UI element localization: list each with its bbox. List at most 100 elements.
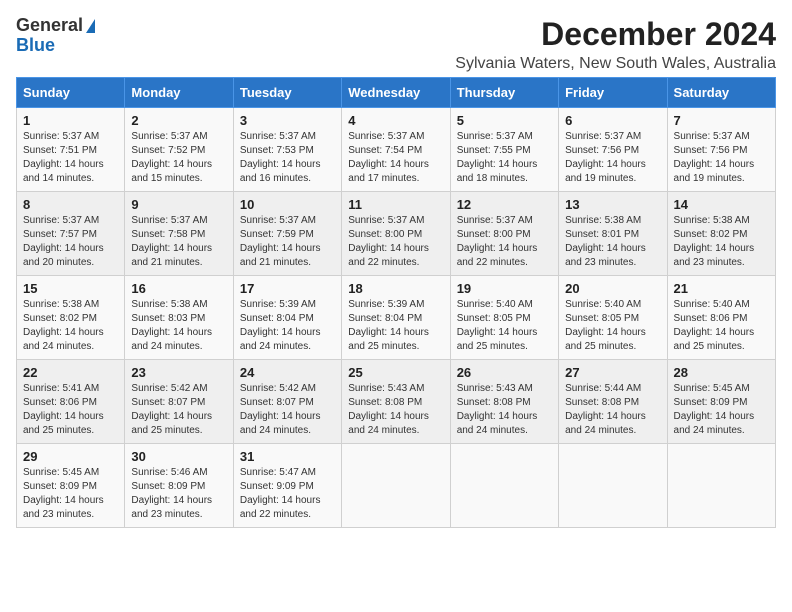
- day-number: 1: [23, 113, 118, 128]
- day-detail: Sunrise: 5:40 AM Sunset: 8:05 PM Dayligh…: [457, 298, 552, 354]
- day-number: 6: [565, 113, 660, 128]
- weekday-header: Monday: [125, 78, 233, 108]
- calendar-cell: 3Sunrise: 5:37 AM Sunset: 7:53 PM Daylig…: [233, 108, 341, 192]
- calendar-cell: 28 Sunrise: 5:45 AM Sunset: 8:09 PM Dayli…: [667, 360, 775, 444]
- calendar-cell: 9Sunrise: 5:37 AM Sunset: 7:58 PM Daylig…: [125, 192, 233, 276]
- day-number: 11: [348, 197, 443, 212]
- day-detail: Sunrise: 5:39 AM Sunset: 8:04 PM Dayligh…: [348, 298, 443, 354]
- day-number: 9: [131, 197, 226, 212]
- day-number: 23: [131, 365, 226, 380]
- logo-blue-text: Blue: [16, 36, 95, 56]
- day-detail: Sunrise: 5:43 AM Sunset: 8:08 PM Dayligh…: [457, 382, 552, 438]
- calendar-cell: 31 Sunrise: 5:47 AM Sunset: 9:09 PM Dayli…: [233, 444, 341, 528]
- calendar-week-row: 1 Sunrise: 5:37 AM Sunset: 7:51 PM Daylig…: [17, 108, 776, 192]
- day-detail: Sunrise: 5:38 AM Sunset: 8:02 PM Dayligh…: [23, 298, 118, 354]
- calendar-cell: 10 Sunrise: 5:37 AM Sunset: 7:59 PM Dayli…: [233, 192, 341, 276]
- day-number: 4: [348, 113, 443, 128]
- calendar-cell: [342, 444, 450, 528]
- day-number: 30: [131, 449, 226, 464]
- calendar-cell: 25Sunrise: 5:43 AM Sunset: 8:08 PM Dayli…: [342, 360, 450, 444]
- day-detail: Sunrise: 5:42 AM Sunset: 8:07 PM Dayligh…: [131, 382, 226, 438]
- day-detail: Sunrise: 5:37 AM Sunset: 8:00 PM Dayligh…: [457, 214, 552, 270]
- day-detail: Sunrise: 5:39 AM Sunset: 8:04 PM Dayligh…: [240, 298, 335, 354]
- day-detail: Sunrise: 5:46 AM Sunset: 8:09 PM Dayligh…: [131, 466, 226, 522]
- calendar-cell: 17Sunrise: 5:39 AM Sunset: 8:04 PM Dayli…: [233, 276, 341, 360]
- day-detail: Sunrise: 5:37 AM Sunset: 7:59 PM Dayligh…: [240, 214, 335, 270]
- calendar-cell: 24Sunrise: 5:42 AM Sunset: 8:07 PM Dayli…: [233, 360, 341, 444]
- page-header: General Blue December 2024 Sylvania Wate…: [16, 16, 776, 73]
- day-number: 14: [674, 197, 769, 212]
- day-detail: Sunrise: 5:45 AM Sunset: 8:09 PM Dayligh…: [23, 466, 118, 522]
- calendar-cell: 13 Sunrise: 5:38 AM Sunset: 8:01 PM Dayli…: [559, 192, 667, 276]
- day-detail: Sunrise: 5:40 AM Sunset: 8:05 PM Dayligh…: [565, 298, 660, 354]
- calendar-cell: 6 Sunrise: 5:37 AM Sunset: 7:56 PM Daylig…: [559, 108, 667, 192]
- logo-general-text: General: [16, 15, 83, 35]
- day-number: 28: [674, 365, 769, 380]
- calendar-cell: [559, 444, 667, 528]
- day-number: 21: [674, 281, 769, 296]
- calendar-cell: 30 Sunrise: 5:46 AM Sunset: 8:09 PM Dayli…: [125, 444, 233, 528]
- day-detail: Sunrise: 5:40 AM Sunset: 8:06 PM Dayligh…: [674, 298, 769, 354]
- day-number: 22: [23, 365, 118, 380]
- day-number: 12: [457, 197, 552, 212]
- calendar-cell: 22 Sunrise: 5:41 AM Sunset: 8:06 PM Dayli…: [17, 360, 125, 444]
- weekday-header: Wednesday: [342, 78, 450, 108]
- day-number: 26: [457, 365, 552, 380]
- weekday-header-row: SundayMondayTuesdayWednesdayThursdayFrid…: [17, 78, 776, 108]
- weekday-header: Friday: [559, 78, 667, 108]
- day-number: 13: [565, 197, 660, 212]
- calendar-week-row: 29 Sunrise: 5:45 AM Sunset: 8:09 PM Dayli…: [17, 444, 776, 528]
- weekday-header: Thursday: [450, 78, 558, 108]
- main-title: December 2024: [455, 16, 776, 53]
- logo: General Blue: [16, 16, 95, 56]
- weekday-header: Tuesday: [233, 78, 341, 108]
- calendar-cell: 7 Sunrise: 5:37 AM Sunset: 7:56 PM Daylig…: [667, 108, 775, 192]
- calendar-cell: 27 Sunrise: 5:44 AM Sunset: 8:08 PM Dayli…: [559, 360, 667, 444]
- calendar-cell: 21 Sunrise: 5:40 AM Sunset: 8:06 PM Dayli…: [667, 276, 775, 360]
- day-number: 3: [240, 113, 335, 128]
- calendar-cell: 1 Sunrise: 5:37 AM Sunset: 7:51 PM Daylig…: [17, 108, 125, 192]
- calendar-cell: 19Sunrise: 5:40 AM Sunset: 8:05 PM Dayli…: [450, 276, 558, 360]
- day-detail: Sunrise: 5:37 AM Sunset: 7:55 PM Dayligh…: [457, 130, 552, 186]
- day-detail: Sunrise: 5:38 AM Sunset: 8:01 PM Dayligh…: [565, 214, 660, 270]
- calendar-table: SundayMondayTuesdayWednesdayThursdayFrid…: [16, 77, 776, 528]
- day-detail: Sunrise: 5:47 AM Sunset: 9:09 PM Dayligh…: [240, 466, 335, 522]
- calendar-cell: 18 Sunrise: 5:39 AM Sunset: 8:04 PM Dayli…: [342, 276, 450, 360]
- title-block: December 2024 Sylvania Waters, New South…: [455, 16, 776, 73]
- calendar-cell: 23 Sunrise: 5:42 AM Sunset: 8:07 PM Dayli…: [125, 360, 233, 444]
- calendar-week-row: 22 Sunrise: 5:41 AM Sunset: 8:06 PM Dayli…: [17, 360, 776, 444]
- day-detail: Sunrise: 5:37 AM Sunset: 7:56 PM Dayligh…: [565, 130, 660, 186]
- day-detail: Sunrise: 5:44 AM Sunset: 8:08 PM Dayligh…: [565, 382, 660, 438]
- day-number: 25: [348, 365, 443, 380]
- day-number: 16: [131, 281, 226, 296]
- day-number: 7: [674, 113, 769, 128]
- day-detail: Sunrise: 5:45 AM Sunset: 8:09 PM Dayligh…: [674, 382, 769, 438]
- calendar-cell: 12 Sunrise: 5:37 AM Sunset: 8:00 PM Dayli…: [450, 192, 558, 276]
- day-detail: Sunrise: 5:38 AM Sunset: 8:03 PM Dayligh…: [131, 298, 226, 354]
- calendar-cell: 8Sunrise: 5:37 AM Sunset: 7:57 PM Daylig…: [17, 192, 125, 276]
- calendar-cell: 26 Sunrise: 5:43 AM Sunset: 8:08 PM Dayli…: [450, 360, 558, 444]
- day-detail: Sunrise: 5:37 AM Sunset: 7:56 PM Dayligh…: [674, 130, 769, 186]
- calendar-cell: 29 Sunrise: 5:45 AM Sunset: 8:09 PM Dayli…: [17, 444, 125, 528]
- calendar-cell: 16 Sunrise: 5:38 AM Sunset: 8:03 PM Dayli…: [125, 276, 233, 360]
- day-number: 27: [565, 365, 660, 380]
- calendar-week-row: 15Sunrise: 5:38 AM Sunset: 8:02 PM Dayli…: [17, 276, 776, 360]
- day-detail: Sunrise: 5:41 AM Sunset: 8:06 PM Dayligh…: [23, 382, 118, 438]
- day-number: 29: [23, 449, 118, 464]
- calendar-cell: [667, 444, 775, 528]
- day-number: 20: [565, 281, 660, 296]
- day-detail: Sunrise: 5:37 AM Sunset: 7:51 PM Dayligh…: [23, 130, 118, 186]
- day-number: 31: [240, 449, 335, 464]
- calendar-cell: 4 Sunrise: 5:37 AM Sunset: 7:54 PM Daylig…: [342, 108, 450, 192]
- weekday-header: Sunday: [17, 78, 125, 108]
- weekday-header: Saturday: [667, 78, 775, 108]
- day-number: 10: [240, 197, 335, 212]
- calendar-cell: 20 Sunrise: 5:40 AM Sunset: 8:05 PM Dayli…: [559, 276, 667, 360]
- day-number: 8: [23, 197, 118, 212]
- day-detail: Sunrise: 5:37 AM Sunset: 7:52 PM Dayligh…: [131, 130, 226, 186]
- calendar-cell: [450, 444, 558, 528]
- day-detail: Sunrise: 5:42 AM Sunset: 8:07 PM Dayligh…: [240, 382, 335, 438]
- calendar-cell: 15Sunrise: 5:38 AM Sunset: 8:02 PM Dayli…: [17, 276, 125, 360]
- day-detail: Sunrise: 5:37 AM Sunset: 7:54 PM Dayligh…: [348, 130, 443, 186]
- day-number: 18: [348, 281, 443, 296]
